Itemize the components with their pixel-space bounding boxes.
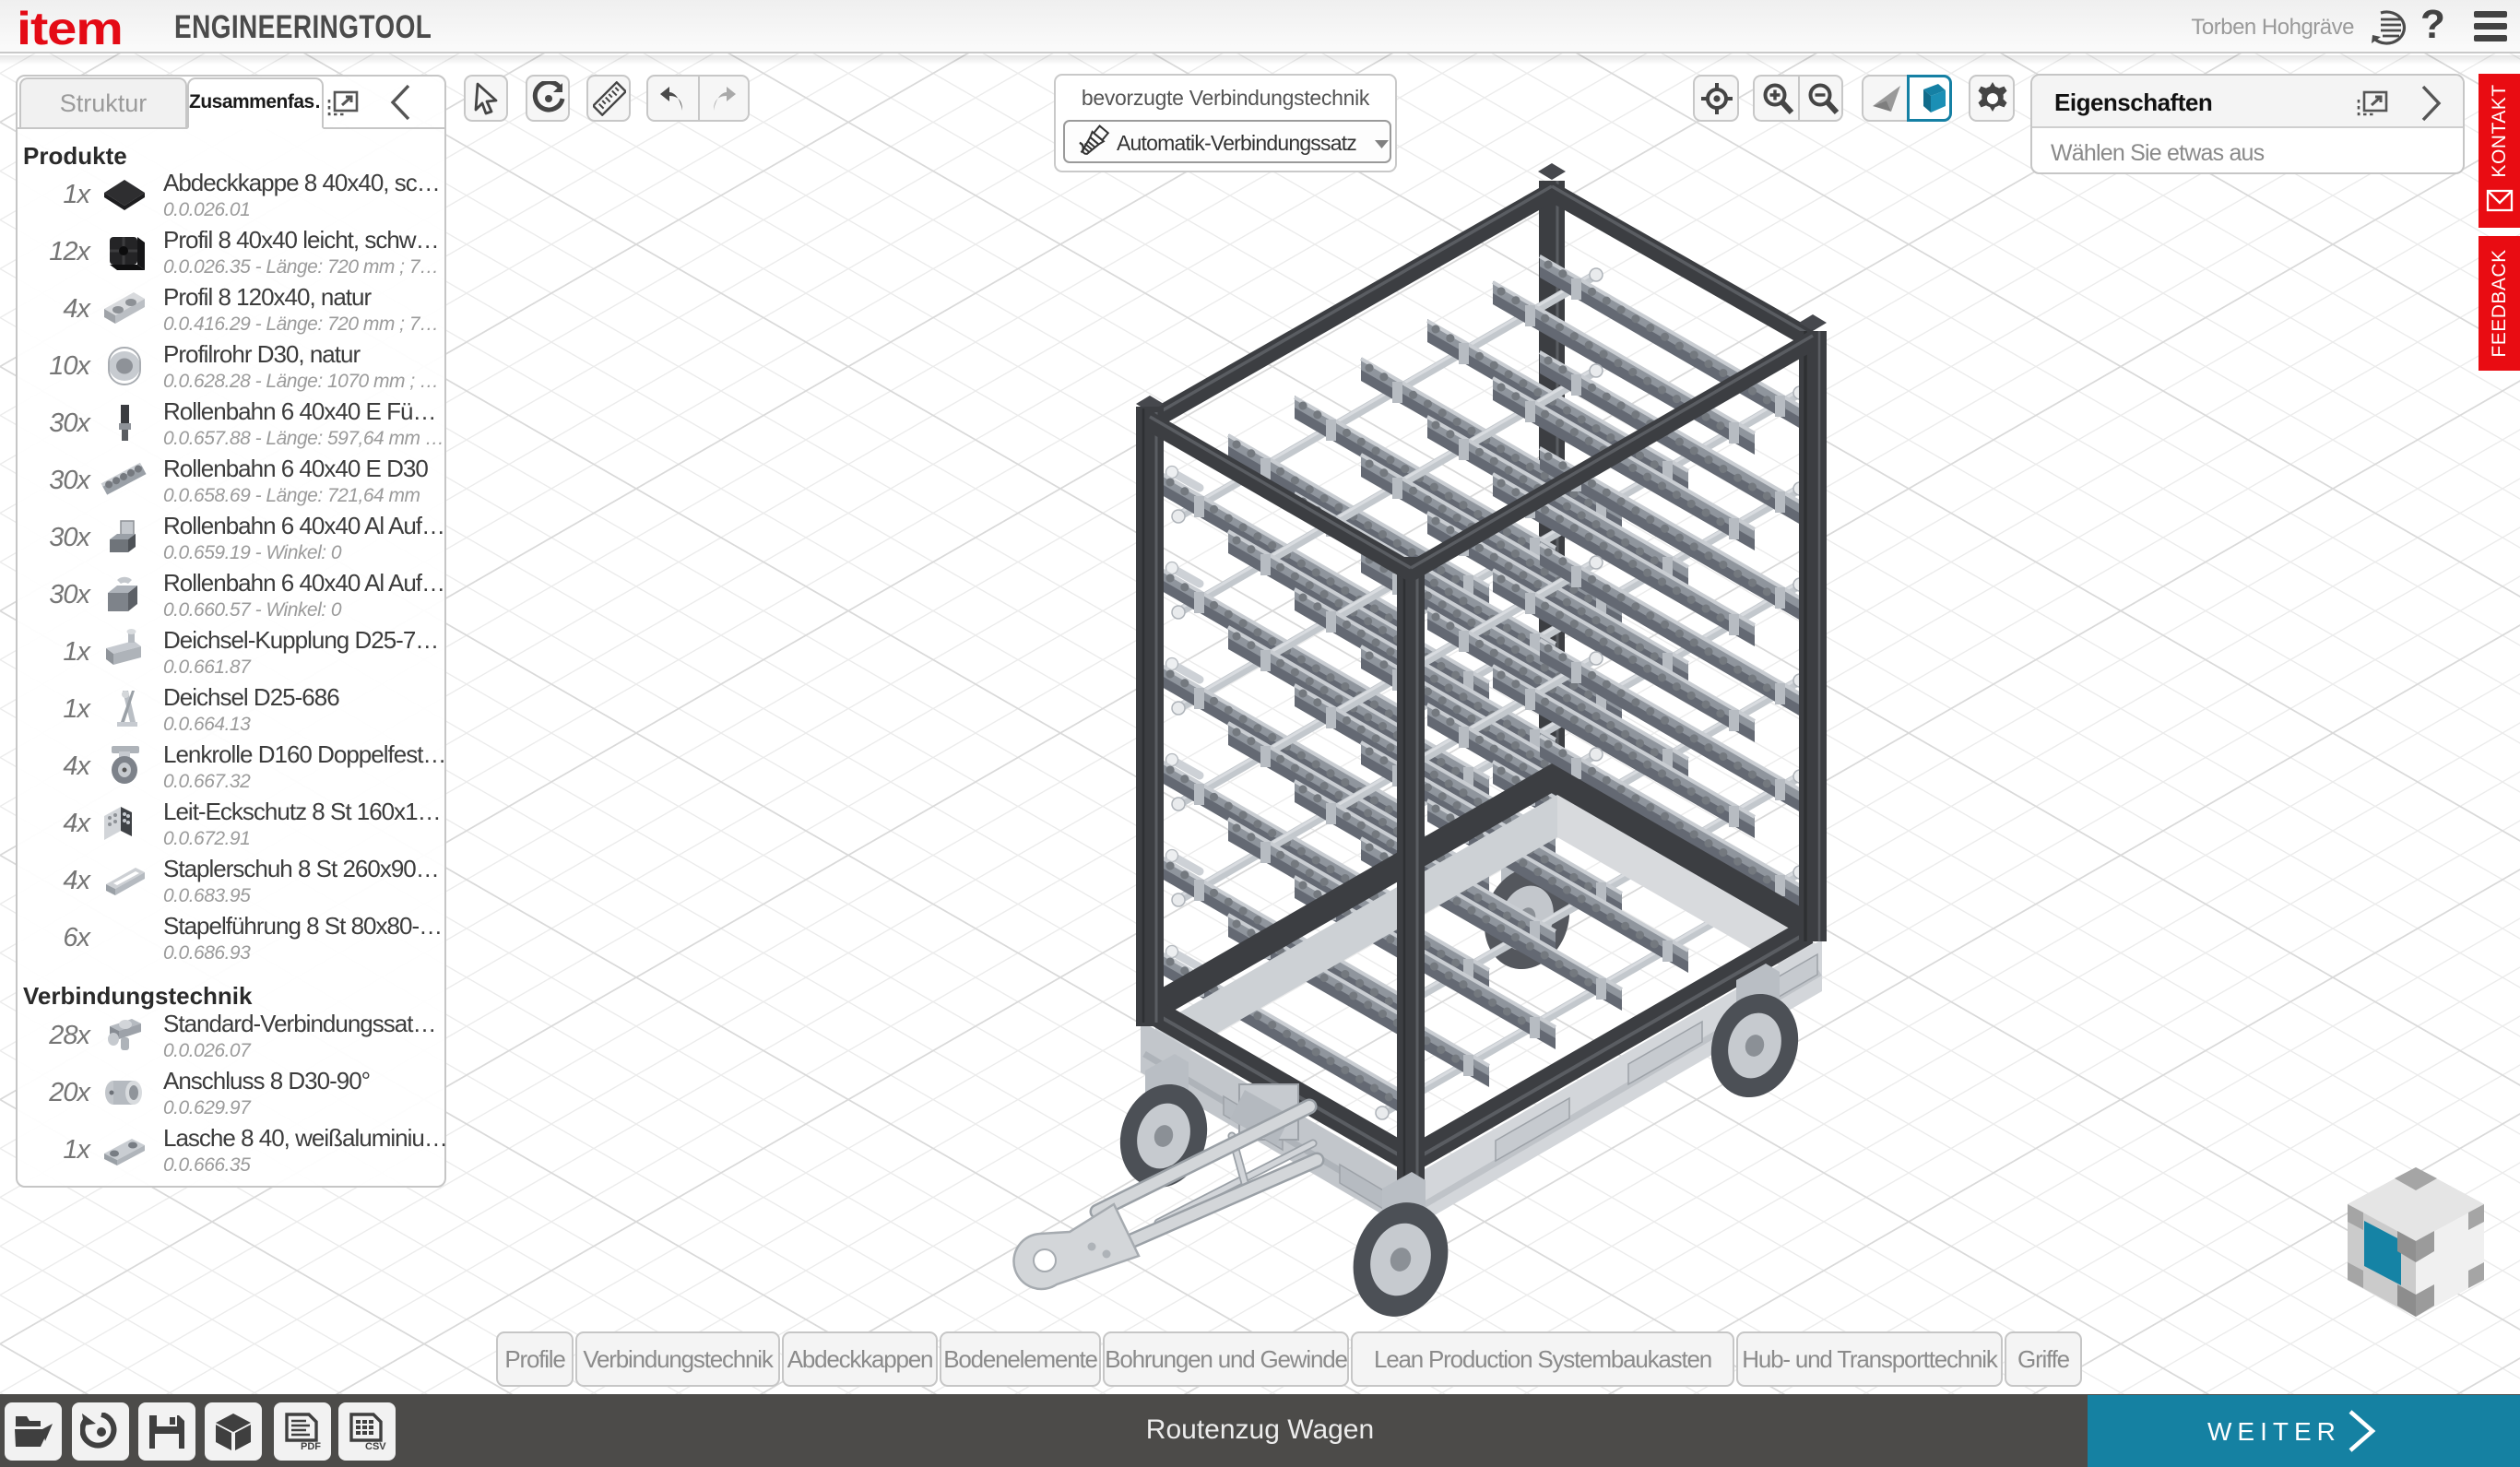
- svg-text:KONTAKT: KONTAKT: [2489, 84, 2510, 177]
- svg-text:FEEDBACK: FEEDBACK: [2489, 249, 2510, 357]
